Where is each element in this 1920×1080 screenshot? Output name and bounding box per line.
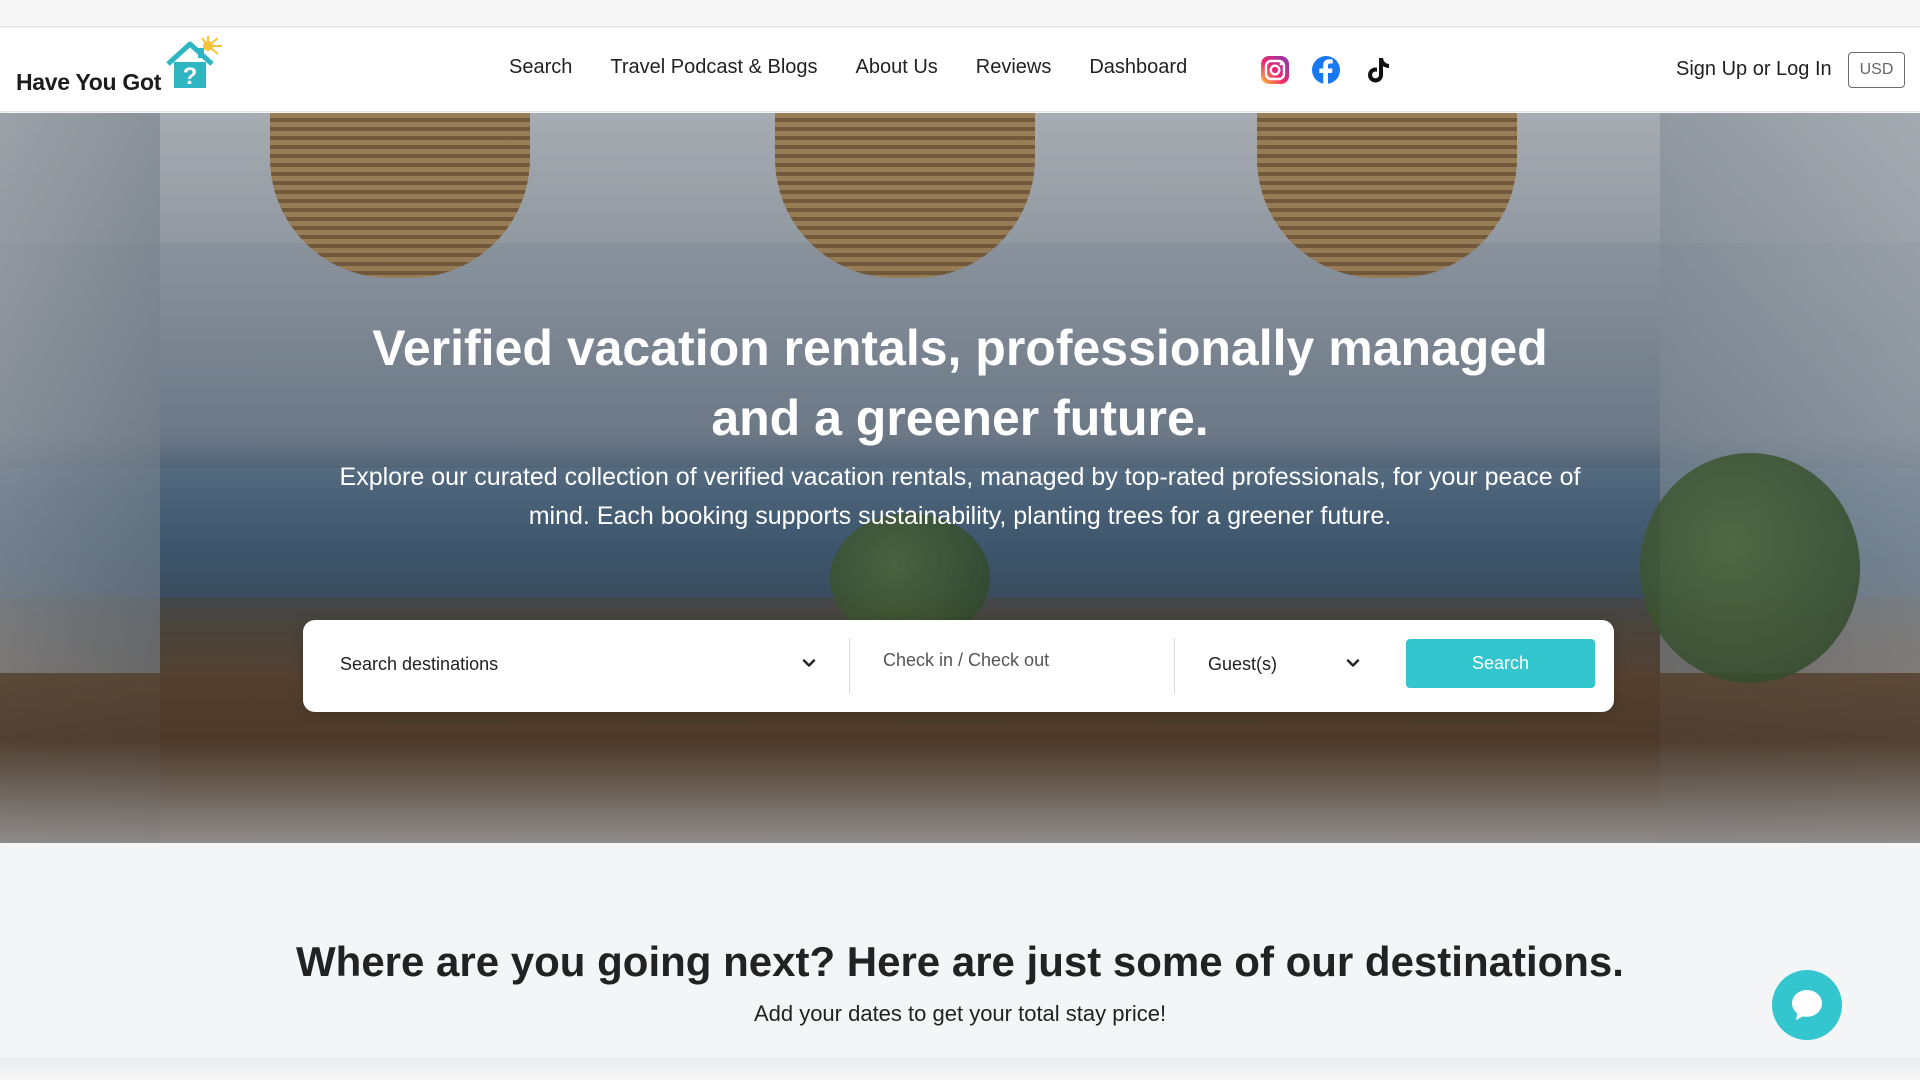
hero-title: Verified vacation rentals, professionall…	[260, 313, 1660, 453]
brand-name: Have You Got	[16, 69, 162, 95]
hero-section: Verified vacation rentals, professionall…	[0, 113, 1920, 843]
svg-text:?: ?	[183, 63, 198, 90]
main-nav: Search Travel Podcast & Blogs About Us R…	[509, 56, 1187, 79]
instagram-icon[interactable]	[1259, 54, 1291, 86]
nav-search[interactable]: Search	[509, 56, 572, 79]
hero-subtitle-line-1: Explore our curated collection of verifi…	[339, 463, 1581, 491]
nav-about-us[interactable]: About Us	[856, 56, 938, 79]
sign-up-login-link[interactable]: Sign Up or Log In	[1676, 58, 1832, 81]
hero-subtitle-line-2: mind. Each booking supports sustainabili…	[528, 502, 1392, 530]
hero-subtitle: Explore our curated collection of verifi…	[300, 458, 1620, 536]
search-divider	[849, 638, 850, 694]
chevron-down-icon[interactable]	[1345, 655, 1361, 671]
chat-bubble-icon	[1792, 990, 1822, 1020]
brand-logo[interactable]: Have You Got ?	[16, 34, 226, 106]
destinations-subheading: Add your dates to get your total stay pr…	[753, 1001, 1167, 1026]
destinations-heading: Where are you going next? Here are just …	[296, 938, 1624, 985]
currency-selector[interactable]: USD	[1848, 52, 1905, 88]
house-logo-icon: ?	[166, 36, 222, 90]
search-bar: Search destinations Check in / Check out…	[303, 620, 1614, 712]
guests-select[interactable]: Guest(s)	[1208, 654, 1277, 675]
nav-travel-podcast-blogs[interactable]: Travel Podcast & Blogs	[610, 56, 817, 79]
hero-title-line-2: and a greener future.	[711, 390, 1209, 446]
hero-title-line-1: Verified vacation rentals, professionall…	[372, 320, 1548, 376]
bottom-shadow	[0, 1057, 1920, 1080]
tiktok-icon[interactable]	[1361, 54, 1393, 86]
site-header: Have You Got ? Search Travel Podcast & B…	[0, 28, 1920, 112]
nav-reviews[interactable]: Reviews	[976, 56, 1052, 79]
search-button[interactable]: Search	[1406, 639, 1595, 688]
browser-top-strip	[0, 0, 1920, 27]
chat-button[interactable]	[1772, 970, 1842, 1040]
facebook-icon[interactable]	[1310, 54, 1342, 86]
search-divider	[1174, 638, 1175, 694]
nav-dashboard[interactable]: Dashboard	[1089, 56, 1187, 79]
destination-search-input[interactable]: Search destinations	[340, 654, 498, 675]
date-range-input[interactable]: Check in / Check out	[883, 650, 1049, 671]
chevron-down-icon[interactable]	[801, 655, 817, 671]
